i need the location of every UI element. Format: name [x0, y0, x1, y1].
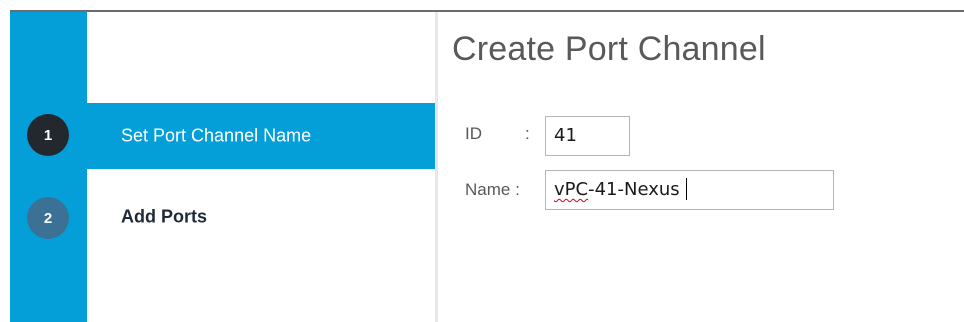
step-number-badge-1[interactable]: 1: [27, 114, 69, 156]
wizard-step-add-ports[interactable]: Add Ports: [87, 184, 435, 250]
wizard-step-label: Set Port Channel Name: [121, 125, 312, 146]
name-input-value-prefix: vPC: [554, 179, 589, 200]
id-field-label: ID: [465, 124, 482, 143]
wizard-step-set-port-channel-name[interactable]: Set Port Channel Name: [87, 103, 435, 169]
name-field-label: Name :: [465, 180, 520, 199]
wizard-step-rail: [10, 12, 87, 322]
wizard-step-label: Add Ports: [121, 206, 208, 227]
id-input[interactable]: 41: [545, 116, 630, 156]
text-cursor: [685, 177, 687, 200]
page-title: Create Port Channel: [452, 30, 766, 68]
id-input-value: 41: [554, 125, 577, 146]
panel-divider: [435, 12, 438, 322]
create-port-channel-wizard: Set Port Channel Name Add Ports 1 2 Crea…: [0, 0, 964, 322]
name-input-value-rest: -41-Nexus: [588, 179, 680, 200]
name-input[interactable]: vPC-41-Nexus: [545, 170, 834, 210]
id-field-separator: :: [525, 124, 530, 143]
step-number-badge-2[interactable]: 2: [27, 197, 69, 239]
